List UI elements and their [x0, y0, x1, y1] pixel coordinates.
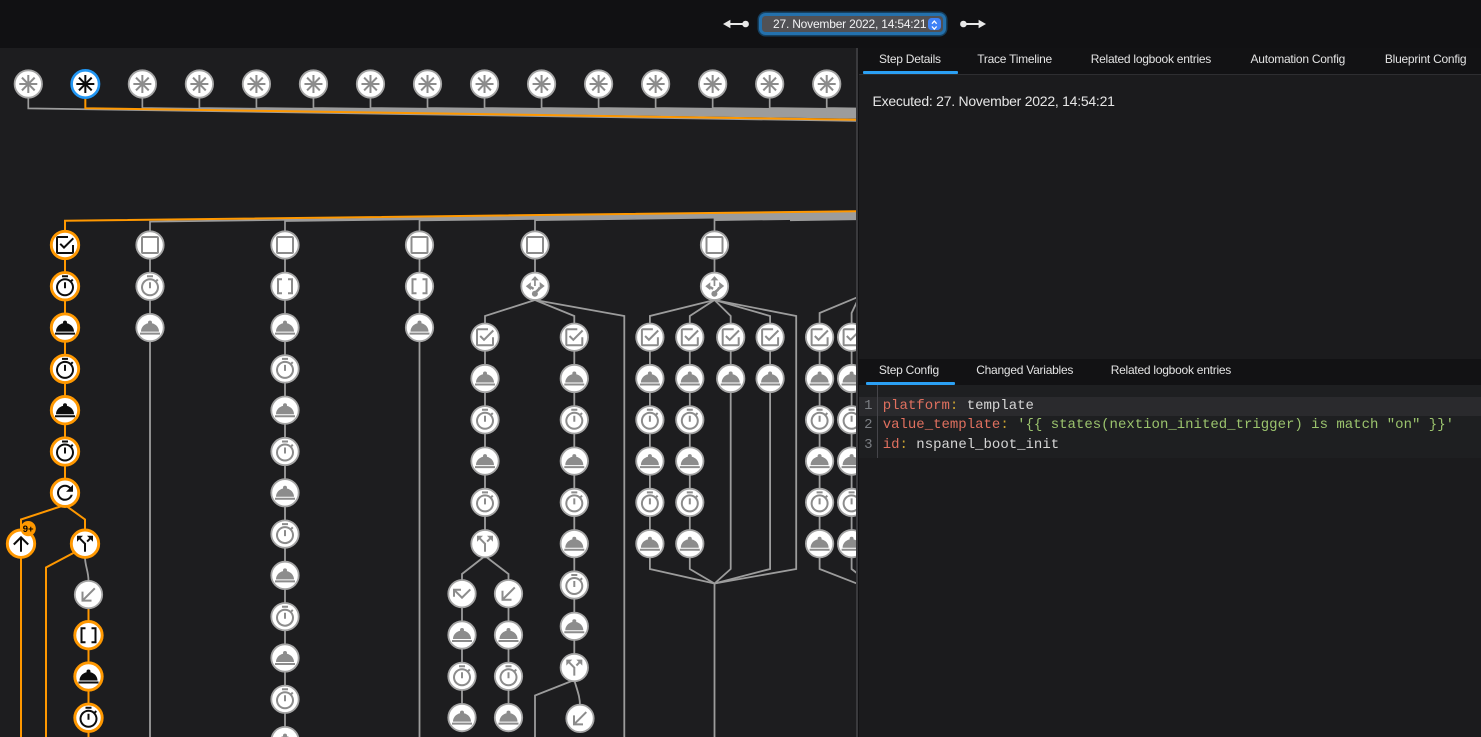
svg-text:9+: 9+ — [23, 524, 34, 535]
